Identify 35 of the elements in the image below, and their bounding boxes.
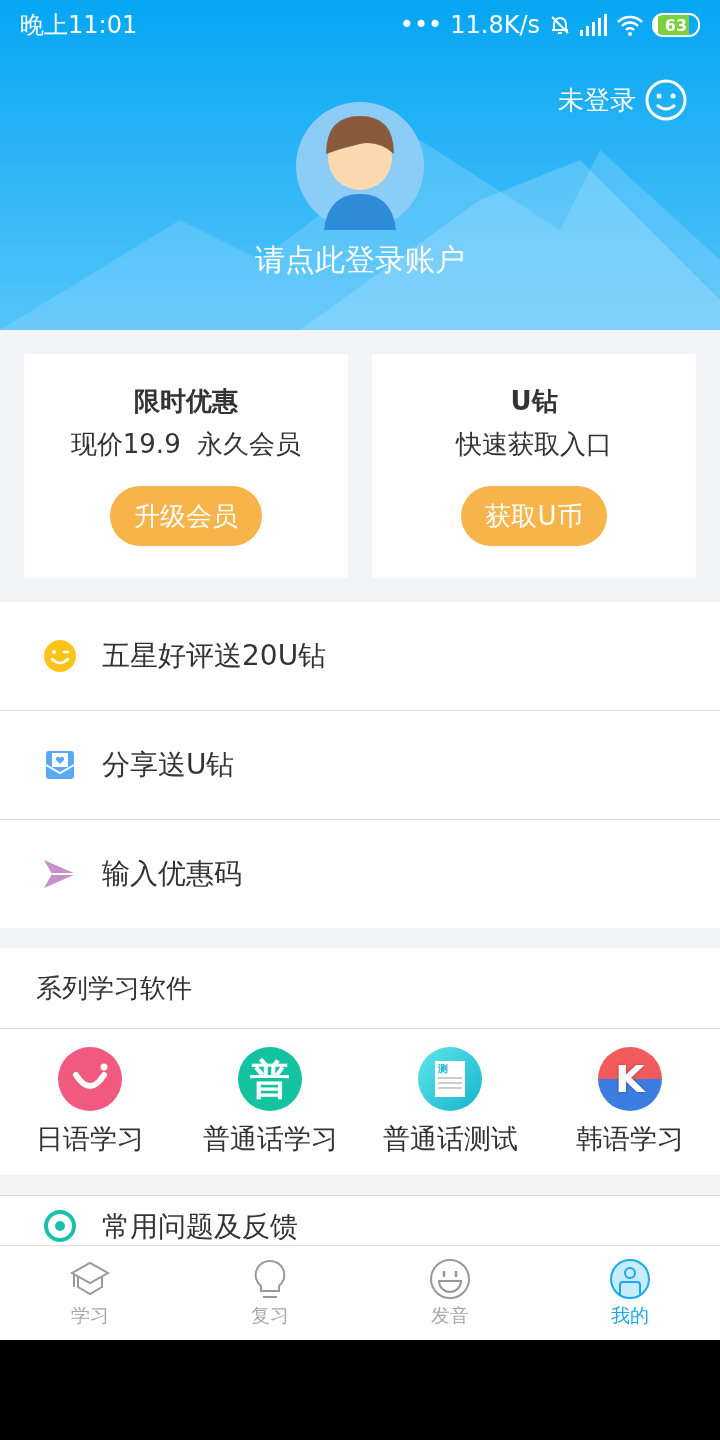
menu-item[interactable]: 五星好评送20U钻 [102,637,327,675]
app-label[interactable]: 普通话测试 [382,1121,518,1157]
lightbulb-icon [254,1260,286,1298]
tab[interactable]: 我的 [540,1246,720,1340]
login-status[interactable]: 未登录 [558,82,636,118]
card-button[interactable]: 获取U币 [461,486,607,546]
card-title: 限时优惠 [134,385,238,418]
tab[interactable]: 复习 [180,1246,360,1340]
smiley-icon[interactable] [644,78,688,122]
section-title: 系列学习软件 [36,971,192,1005]
grin-face-icon [430,1259,470,1299]
app-label[interactable]: 韩语学习 [576,1121,684,1157]
tab[interactable]: 发音 [360,1246,540,1340]
card-button[interactable]: 升级会员 [110,486,262,546]
signal-icon [580,14,608,36]
clock-time: 晚上11:01 [20,10,138,41]
tab[interactable]: 学习 [0,1246,180,1340]
battery-level: 63 [652,13,700,37]
document-app-icon[interactable]: 测 [418,1047,482,1111]
graduation-cap-icon [69,1261,111,1296]
menu-item[interactable]: 分享送U钻 [102,746,235,784]
card-title: U钻 [510,385,558,418]
card-subtitle: 现价19.9 永久会员 [70,428,302,461]
putonghua-app-icon[interactable]: 普 [238,1047,302,1111]
avatar[interactable] [296,102,424,230]
card-subtitle: 快速获取入口 [456,428,612,461]
wifi-icon [616,14,644,36]
user-icon [610,1259,650,1299]
smiley-icon [42,638,78,674]
login-prompt[interactable]: 请点此登录账户 [255,240,465,281]
app-label[interactable]: 普通话学习 [202,1121,338,1157]
network-speed: 11.8K/s [450,11,540,39]
menu-item[interactable]: 输入优惠码 [102,855,242,893]
app-label[interactable]: 日语学习 [36,1121,144,1157]
more-dots: ••• [399,11,443,39]
